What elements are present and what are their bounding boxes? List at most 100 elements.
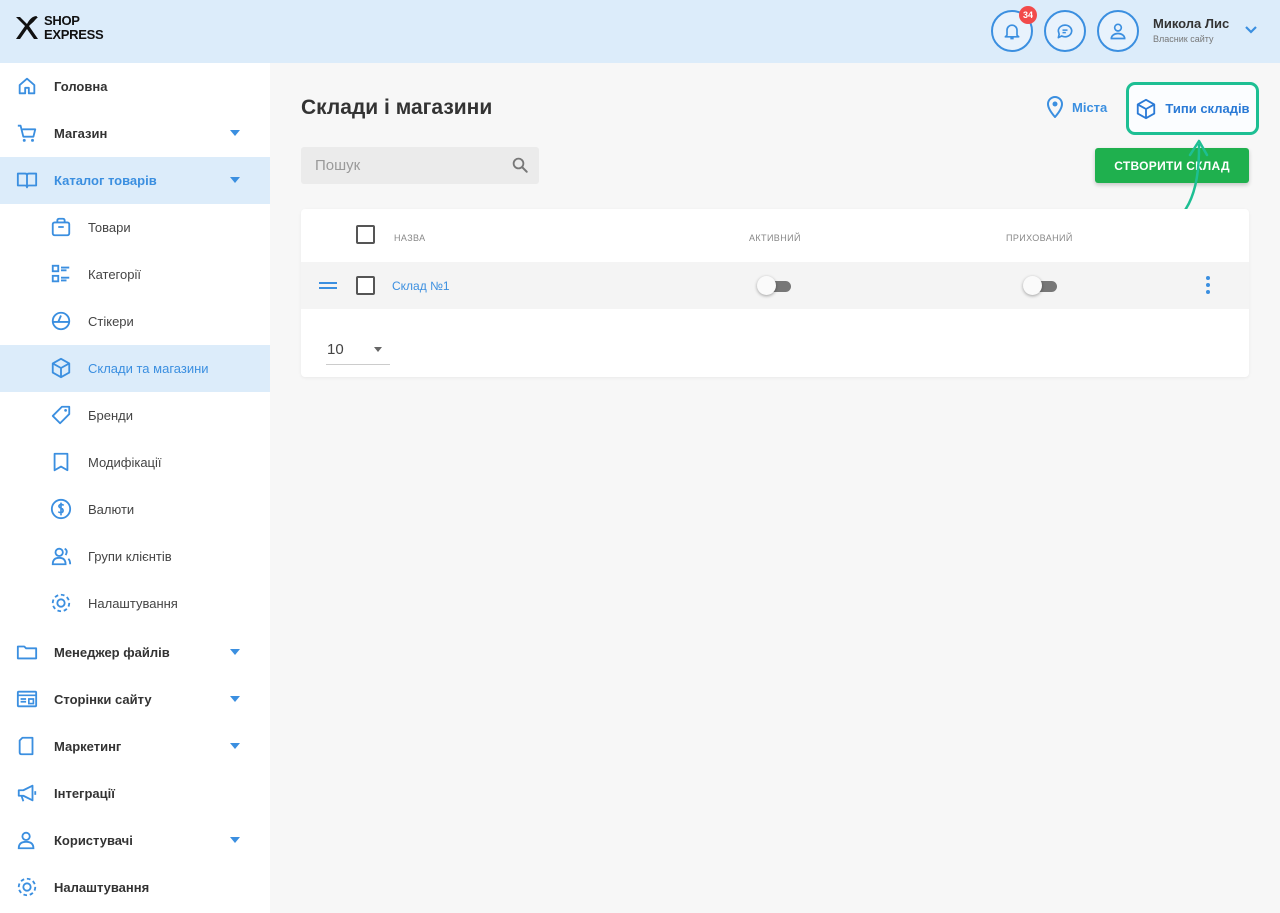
cart-icon <box>17 124 37 142</box>
page-size-value: 10 <box>327 341 344 358</box>
active-toggle[interactable] <box>757 276 791 295</box>
tag-icon <box>51 405 71 425</box>
sidebar-item-home[interactable]: Головна <box>0 63 270 110</box>
gear-icon <box>17 877 37 897</box>
user-avatar-icon <box>1110 23 1126 40</box>
warehouse-types-label: Типи складів <box>1165 101 1250 116</box>
book-icon <box>16 172 38 189</box>
user-role: Власник сайту <box>1153 34 1214 44</box>
box-icon <box>1137 98 1156 119</box>
users-icon <box>51 547 72 566</box>
dollar-icon <box>50 498 72 520</box>
sidebar-item-label: Менеджер файлів <box>54 645 170 660</box>
sidebar-item-label: Категорії <box>88 267 141 282</box>
sidebar-item-label: Склади та магазини <box>88 361 209 376</box>
row-name-link[interactable]: Склад №1 <box>392 279 450 293</box>
search-icon[interactable] <box>511 156 529 174</box>
notifications-button[interactable]: 34 <box>991 6 1037 52</box>
table-row: Склад №1 <box>301 262 1249 309</box>
sidebar-item-products[interactable]: Товари <box>0 204 270 251</box>
sticker-icon <box>51 311 71 331</box>
profile-button[interactable] <box>1097 10 1139 52</box>
product-icon <box>51 217 71 237</box>
caret-down-icon <box>230 130 240 136</box>
sidebar-item-file-manager[interactable]: Менеджер файлів <box>0 629 270 676</box>
sidebar-item-modifications[interactable]: Модифікації <box>0 439 270 486</box>
sidebar-item-label: Сторінки сайту <box>54 692 152 707</box>
gear-icon <box>51 593 71 613</box>
sidebar-item-stickers[interactable]: Стікери <box>0 298 270 345</box>
page-size-select[interactable]: 10 <box>326 337 390 365</box>
logo[interactable]: SHOP EXPRESS <box>14 13 104 42</box>
page-title: Склади і магазини <box>301 96 493 119</box>
sidebar-item-label: Користувачі <box>54 833 133 848</box>
cities-link-label: Міста <box>1072 99 1108 115</box>
sidebar-item-label: Налаштування <box>54 880 150 895</box>
search-input[interactable] <box>301 147 501 184</box>
logo-icon <box>16 16 38 39</box>
categories-icon <box>51 264 70 283</box>
user-icon <box>17 831 35 850</box>
pages-icon <box>16 690 38 708</box>
sidebar-item-label: Товари <box>88 220 131 235</box>
box-icon <box>51 357 71 379</box>
drag-handle-icon[interactable] <box>319 282 337 292</box>
sidebar-item-brands[interactable]: Бренди <box>0 392 270 439</box>
sidebar-item-label: Налаштування <box>88 596 178 611</box>
column-header-hidden[interactable]: Прихований <box>1006 233 1073 243</box>
sidebar-item-client-groups[interactable]: Групи клієнтів <box>0 533 270 580</box>
sidebar-item-label: Маркетинг <box>54 739 122 754</box>
sidebar-item-categories[interactable]: Категорії <box>0 251 270 298</box>
megaphone-icon <box>17 784 37 802</box>
cities-link[interactable]: Міста <box>1046 96 1107 118</box>
user-name[interactable]: Микола Лис <box>1153 16 1229 31</box>
row-menu-icon[interactable] <box>1206 276 1210 297</box>
sidebar-item-integrations[interactable]: Інтеграції <box>0 770 270 817</box>
bell-icon <box>1004 24 1020 40</box>
column-header-name[interactable]: Назва <box>394 233 426 243</box>
sidebar-item-shop[interactable]: Магазин <box>0 110 270 157</box>
sidebar-item-catalog[interactable]: Каталог товарів <box>0 157 270 204</box>
sidebar-item-settings[interactable]: Налаштування <box>0 864 270 911</box>
sidebar-item-users[interactable]: Користувачі <box>0 817 270 864</box>
notifications-badge: 34 <box>1019 6 1037 24</box>
caret-down-icon <box>230 837 240 843</box>
select-all-checkbox[interactable] <box>356 225 375 244</box>
sidebar-item-label: Бренди <box>88 408 134 423</box>
caret-down-icon <box>230 696 240 702</box>
sidebar-item-label: Стікери <box>88 314 134 329</box>
warehouse-types-link[interactable]: Типи складів <box>1126 82 1259 135</box>
chevron-down-icon[interactable] <box>1244 25 1258 35</box>
sidebar-item-catalog-settings[interactable]: Налаштування <box>0 580 270 627</box>
hidden-toggle[interactable] <box>1023 276 1057 295</box>
sidebar-item-label: Магазин <box>54 126 108 141</box>
logo-text: SHOP EXPRESS <box>44 13 104 42</box>
bookmark-icon <box>53 452 69 472</box>
sidebar-item-label: Групи клієнтів <box>88 549 172 564</box>
sidebar: Головна Магазин Каталог товарів Товари К… <box>0 63 270 913</box>
sidebar-item-label: Модифікації <box>88 455 162 470</box>
top-header: SHOP EXPRESS 34 Микола Лис Власник сайту <box>0 0 1280 63</box>
marketing-icon <box>18 736 34 756</box>
sidebar-item-site-pages[interactable]: Сторінки сайту <box>0 676 270 723</box>
folder-icon <box>16 645 38 660</box>
location-pin-icon <box>1046 96 1064 118</box>
column-header-active[interactable]: Активний <box>749 233 801 243</box>
sidebar-item-label: Головна <box>54 79 108 94</box>
caret-down-icon <box>374 347 382 352</box>
logo-line1: SHOP <box>44 13 80 28</box>
sidebar-item-label: Інтеграції <box>54 786 115 801</box>
caret-down-icon <box>230 743 240 749</box>
search-box <box>301 147 539 184</box>
row-checkbox[interactable] <box>356 276 375 295</box>
home-icon <box>18 77 36 95</box>
logo-line2: EXPRESS <box>44 27 104 42</box>
sidebar-item-warehouses[interactable]: Склади та магазини <box>0 345 270 392</box>
sidebar-item-currencies[interactable]: Валюти <box>0 486 270 533</box>
chat-icon <box>1057 24 1073 39</box>
caret-down-icon <box>230 177 240 183</box>
sidebar-item-marketing[interactable]: Маркетинг <box>0 723 270 770</box>
warehouses-table: Назва Активний Прихований Склад №1 10 <box>301 209 1249 377</box>
messages-button[interactable] <box>1044 10 1086 52</box>
sidebar-item-label: Каталог товарів <box>54 173 157 188</box>
